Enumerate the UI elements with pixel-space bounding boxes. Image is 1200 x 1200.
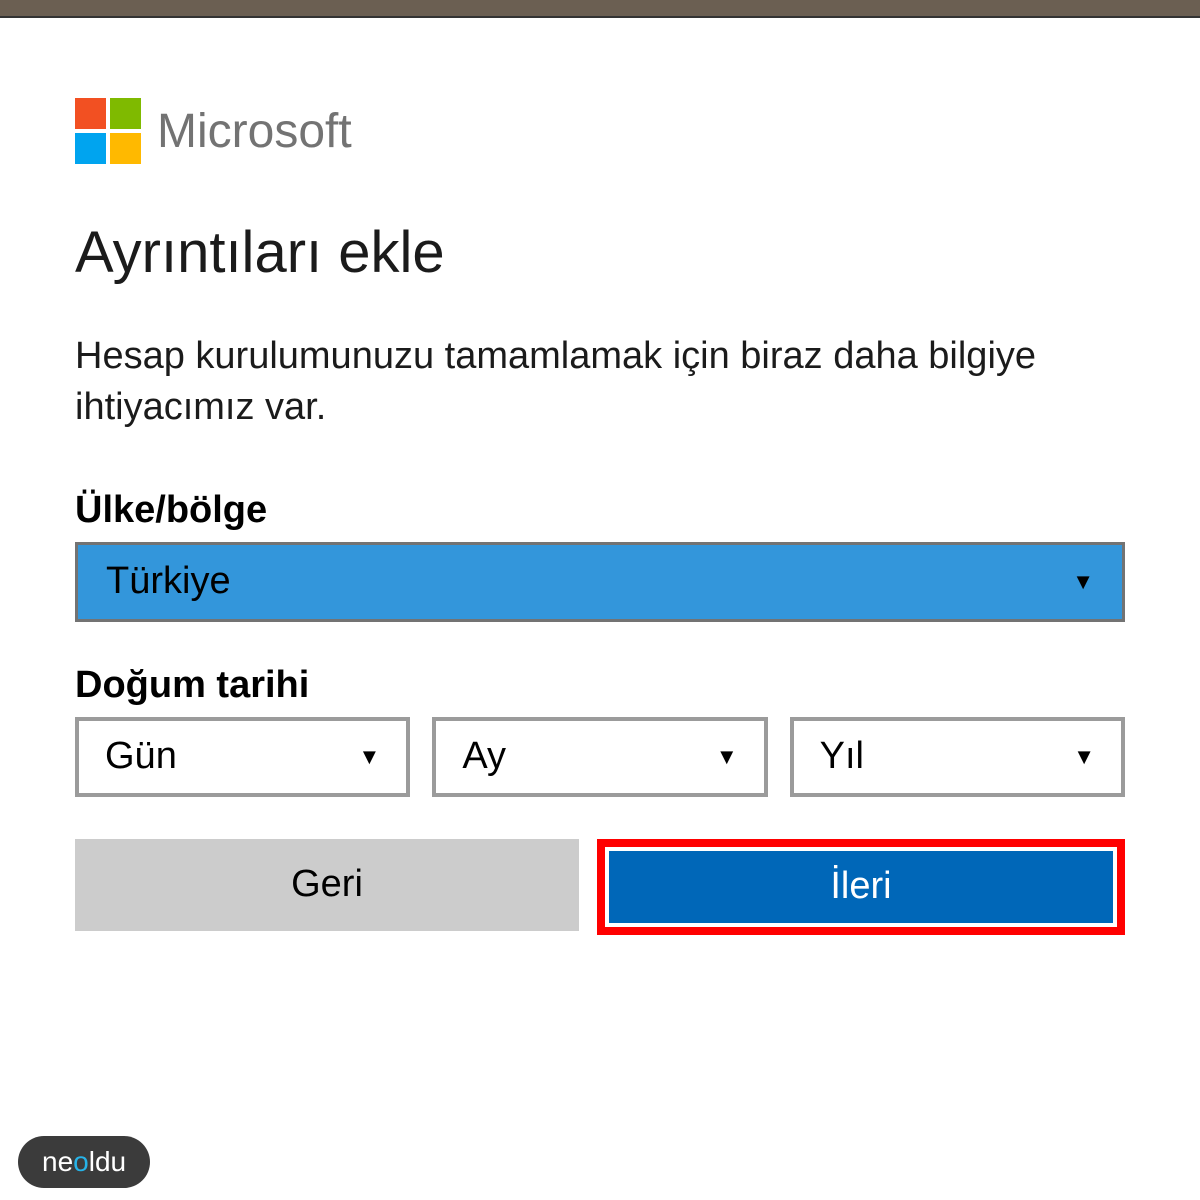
next-button-highlight: İleri [597,839,1125,935]
next-button-label: İleri [830,865,891,908]
back-button[interactable]: Geri [75,839,579,931]
watermark-badge: neoldu [18,1136,150,1188]
next-button[interactable]: İleri [609,851,1113,923]
year-select-value: Yıl [820,735,864,778]
chevron-down-icon: ▼ [1073,744,1095,770]
day-select-value: Gün [105,735,177,778]
birthdate-row: Gün ▼ Ay ▼ Yıl ▼ [75,717,1125,797]
button-row: Geri İleri [75,839,1125,935]
chevron-down-icon: ▼ [716,744,738,770]
month-select-value: Ay [462,735,506,778]
month-select[interactable]: Ay ▼ [432,717,767,797]
chevron-down-icon: ▼ [359,744,381,770]
page-title: Ayrıntıları ekle [75,219,1125,286]
microsoft-logo-icon [75,98,141,164]
logo-row: Microsoft [75,98,1125,164]
year-select[interactable]: Yıl ▼ [790,717,1125,797]
watermark-part2: ldu [89,1146,126,1178]
day-select[interactable]: Gün ▼ [75,717,410,797]
top-bar [0,0,1200,18]
country-select[interactable]: Türkiye ▼ [75,542,1125,622]
main-container: Microsoft Ayrıntıları ekle Hesap kurulum… [0,18,1200,935]
country-select-value: Türkiye [106,560,231,603]
brand-name: Microsoft [157,104,352,159]
birthdate-label: Doğum tarihi [75,664,1125,707]
country-label: Ülke/bölge [75,489,1125,532]
watermark-part1: ne [42,1146,73,1178]
watermark-accent: o [73,1146,89,1178]
page-description: Hesap kurulumunuzu tamamlamak için biraz… [75,331,1125,434]
chevron-down-icon: ▼ [1072,569,1094,595]
back-button-label: Geri [291,863,363,906]
